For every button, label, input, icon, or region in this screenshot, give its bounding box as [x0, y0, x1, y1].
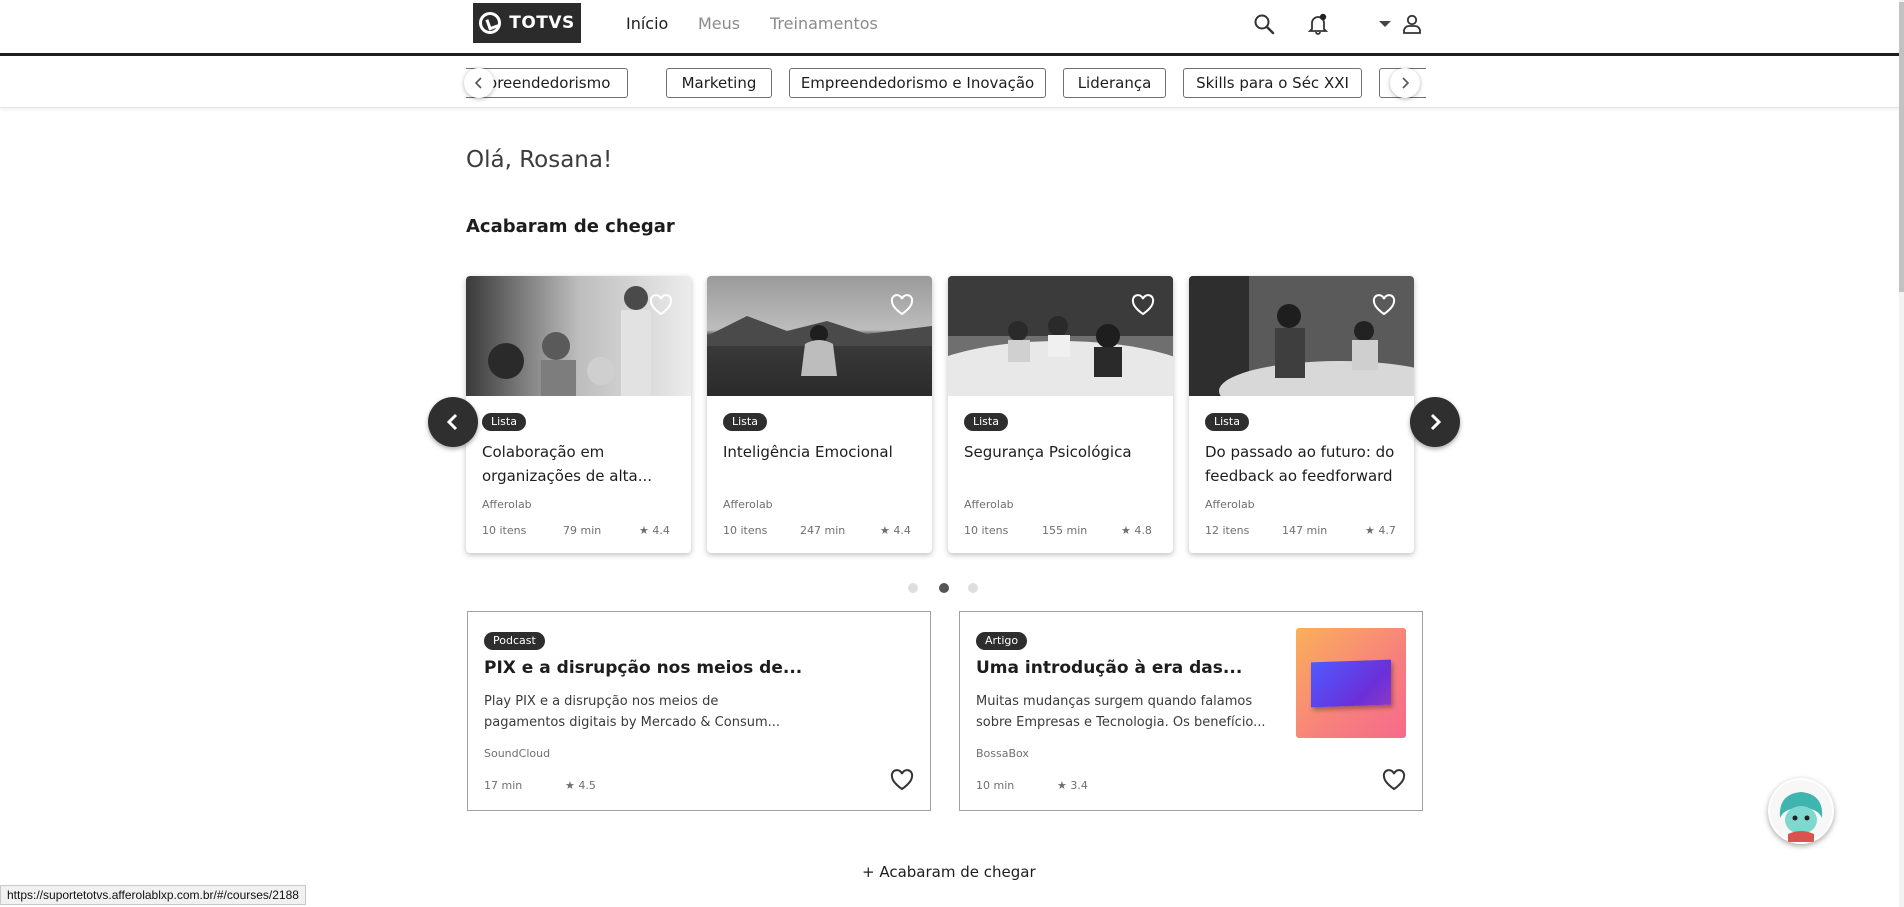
- type-badge: Lista: [482, 413, 526, 431]
- duration: 79 min: [563, 524, 602, 537]
- star-icon: ★: [1121, 524, 1131, 537]
- totvs-logo[interactable]: TOTVS: [473, 3, 581, 43]
- category-chip[interactable]: Skills para o Séc XXI: [1183, 68, 1362, 98]
- notification-bell-icon[interactable]: [1306, 12, 1330, 36]
- carousel-prev-button[interactable]: [428, 397, 478, 447]
- category-chip[interactable]: Liderança: [1063, 68, 1166, 98]
- category-chip[interactable]: Empreendedorismo e Inovação: [789, 68, 1046, 98]
- star-icon: ★: [639, 524, 649, 537]
- scrollbar-thumb[interactable]: [1899, 2, 1904, 292]
- type-badge: Lista: [723, 413, 767, 431]
- type-badge: Podcast: [484, 632, 545, 650]
- rating: 4.7: [1378, 524, 1396, 537]
- user-profile-icon[interactable]: [1400, 12, 1424, 36]
- course-source: Afferolab: [482, 498, 532, 511]
- category-prev-button[interactable]: [464, 68, 494, 98]
- content-description: Muitas mudanças surgem quando falamos so…: [976, 694, 1266, 730]
- rating: 4.4: [652, 524, 670, 537]
- search-icon[interactable]: [1252, 12, 1276, 36]
- content-source: BossaBox: [976, 747, 1029, 760]
- browser-status-url: https://suportetotvs.afferolablxp.com.br…: [0, 885, 306, 905]
- duration: 247 min: [800, 524, 846, 537]
- content-title: Uma introdução à era das...: [976, 658, 1243, 678]
- rating: 4.8: [1134, 524, 1152, 537]
- course-source: Afferolab: [964, 498, 1014, 511]
- favorite-heart-icon[interactable]: [1372, 294, 1396, 316]
- course-title: Do passado ao futuro: do feedback ao fee…: [1205, 443, 1395, 485]
- category-list: Empreendedorismo Marketing Empreendedori…: [466, 68, 1426, 98]
- favorite-heart-icon[interactable]: [890, 294, 914, 316]
- course-title: Inteligência Emocional: [723, 443, 893, 461]
- content-description: Play PIX e a disrupção nos meios de paga…: [484, 694, 781, 730]
- star-icon: ★: [880, 524, 890, 537]
- chevron-right-icon: [1430, 413, 1442, 431]
- nav-meus[interactable]: Meus: [698, 14, 740, 33]
- page-scrollbar[interactable]: [1899, 0, 1904, 907]
- rating: 4.4: [893, 524, 911, 537]
- category-next-button[interactable]: [1390, 68, 1420, 98]
- item-count: 10 itens: [723, 524, 768, 537]
- course-card[interactable]: Lista Inteligência Emocional Afferolab 1…: [707, 276, 932, 553]
- course-card[interactable]: Lista Colaboração em organizações de alt…: [466, 276, 691, 553]
- course-source: Afferolab: [723, 498, 773, 511]
- brand-name: TOTVS: [509, 13, 575, 33]
- chevron-right-icon: [1402, 77, 1410, 89]
- content-source: SoundCloud: [484, 747, 551, 760]
- course-title: Segurança Psicológica: [964, 443, 1132, 461]
- star-icon: ★: [1365, 524, 1375, 537]
- content-card-article[interactable]: Artigo Uma introdução à era das... Muita…: [959, 611, 1423, 811]
- chatbot-avatar-icon: [1770, 780, 1832, 842]
- category-chip[interactable]: Marketing: [666, 68, 772, 98]
- greeting: Olá, Rosana!: [466, 147, 613, 173]
- item-count: 10 itens: [482, 524, 527, 537]
- type-badge: Lista: [1205, 413, 1249, 431]
- star-icon: ★: [565, 779, 575, 792]
- type-badge: Artigo: [976, 632, 1028, 650]
- logo-mark-icon: [479, 12, 502, 34]
- chevron-left-icon: [474, 77, 482, 89]
- laptop-screen-illustration: [1311, 659, 1391, 708]
- duration: 155 min: [1042, 524, 1088, 537]
- duration: 10 min: [976, 779, 1015, 792]
- chevron-down-icon[interactable]: [1373, 12, 1397, 36]
- favorite-heart-icon[interactable]: [649, 294, 673, 316]
- type-badge: Lista: [964, 413, 1008, 431]
- section-title: Acabaram de chegar: [466, 216, 675, 237]
- favorite-heart-icon[interactable]: [1131, 294, 1155, 316]
- course-card[interactable]: Lista Segurança Psicológica Afferolab 10…: [948, 276, 1173, 553]
- favorite-heart-icon[interactable]: [890, 769, 914, 791]
- favorite-heart-icon[interactable]: [1382, 769, 1406, 791]
- chatbot-avatar-button[interactable]: [1768, 778, 1834, 844]
- article-thumbnail: [1296, 628, 1406, 738]
- star-icon: ★: [1057, 779, 1067, 792]
- duration: 147 min: [1282, 524, 1328, 537]
- see-more-link[interactable]: + Acabaram de chegar: [862, 863, 1036, 881]
- top-bar: TOTVS Início Meus Treinamentos: [0, 0, 1904, 56]
- item-count: 12 itens: [1205, 524, 1250, 537]
- course-source: Afferolab: [1205, 498, 1255, 511]
- nav-treinamentos[interactable]: Treinamentos: [770, 14, 878, 33]
- nav-inicio[interactable]: Início: [626, 14, 668, 33]
- rating: 3.4: [1070, 779, 1088, 792]
- content-card-podcast[interactable]: Podcast PIX e a disrupção nos meios de..…: [467, 611, 931, 811]
- course-title: Colaboração em organizações de alta...: [482, 443, 653, 485]
- course-card[interactable]: Lista Do passado ao futuro: do feedback …: [1189, 276, 1414, 553]
- content-title: PIX e a disrupção nos meios de...: [484, 658, 803, 678]
- carousel-next-button[interactable]: [1410, 397, 1460, 447]
- carousel-dot[interactable]: [908, 583, 918, 593]
- carousel-dot[interactable]: [968, 583, 978, 593]
- rating: 4.5: [578, 779, 596, 792]
- chevron-left-icon: [446, 413, 458, 431]
- item-count: 10 itens: [964, 524, 1009, 537]
- carousel-dot-active[interactable]: [939, 583, 949, 593]
- duration: 17 min: [484, 779, 523, 792]
